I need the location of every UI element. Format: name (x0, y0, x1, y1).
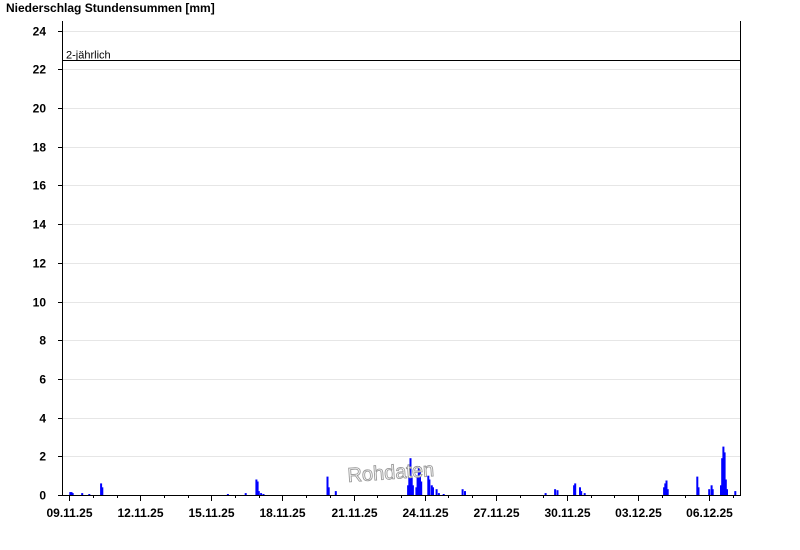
x-tick-label: 27.11.25 (473, 506, 519, 520)
precipitation-bar (556, 490, 559, 495)
precipitation-bar (226, 494, 229, 495)
x-tick-label: 12.11.25 (117, 506, 163, 520)
axes-layer (62, 21, 741, 496)
precipitation-bar (81, 493, 84, 495)
precipitation-bar (435, 489, 438, 495)
precipitation-bar (554, 489, 557, 495)
precipitation-bar (734, 491, 737, 495)
y-tick-label: 6 (39, 373, 46, 387)
y-tick-label: 20 (33, 102, 47, 116)
precipitation-bar (580, 491, 583, 495)
grid-layer (62, 31, 740, 457)
precipitation-bar (244, 493, 247, 495)
precipitation-bar (101, 487, 104, 495)
y-tick-label: 24 (33, 25, 47, 39)
y-tick-label: 0 (39, 489, 46, 503)
y-tick-label: 10 (33, 296, 47, 310)
precipitation-bar (257, 491, 260, 495)
precipitation-bar (411, 485, 414, 495)
precipitation-bar (666, 489, 669, 495)
precipitation-bar (583, 493, 586, 495)
threshold-layer: 2-jährlich (62, 50, 740, 62)
y-tick-label: 14 (33, 218, 47, 232)
x-tick-label: 30.11.25 (544, 506, 590, 520)
precipitation-bar (420, 481, 423, 495)
x-tick-label: 24.11.25 (402, 506, 448, 520)
precipitation-bar (464, 491, 466, 495)
threshold-label: 2-jährlich (66, 50, 111, 62)
x-tick-label: 06.12.25 (686, 506, 733, 520)
y-tick-label: 18 (33, 141, 47, 155)
y-ticks: 024681012141618202224 (33, 25, 62, 503)
precipitation-bar (708, 489, 711, 495)
precipitation-bar (428, 479, 431, 495)
x-tick-label: 03.12.25 (615, 506, 662, 520)
precipitation-chart: 2-jährlich 024681012141618202224 09.11.2… (33, 21, 741, 520)
precipitation-bar (697, 487, 700, 495)
precipitation-bar (260, 493, 263, 495)
x-tick-label: 09.11.25 (46, 506, 92, 520)
precipitation-bar (432, 487, 434, 495)
x-ticks: 09.11.25 12.11.25 15.11.25 18.11.25 21.11.25… (46, 495, 734, 520)
x-tick-label: 15.11.25 (188, 506, 234, 520)
precipitation-bar (334, 491, 337, 495)
x-tick-label: 21.11.25 (331, 506, 377, 520)
precipitation-bar (327, 487, 330, 495)
x-tick-label: 18.11.25 (259, 506, 305, 520)
precipitation-bar (574, 483, 577, 495)
precipitation-bar (437, 493, 440, 495)
precipitation-bar (88, 494, 91, 495)
precipitation-bar (726, 489, 728, 495)
precipitation-bar (262, 494, 265, 495)
y-tick-label: 8 (39, 334, 46, 348)
precipitation-bar (544, 493, 547, 495)
y-tick-label: 2 (39, 450, 46, 464)
y-tick-label: 4 (39, 412, 46, 426)
precipitation-bar (461, 489, 464, 495)
precipitation-bar (71, 493, 74, 495)
precipitation-bar (442, 494, 445, 495)
precipitation-bar (711, 489, 714, 495)
y-tick-label: 12 (33, 257, 47, 271)
y-tick-label: 22 (33, 63, 47, 77)
y-tick-label: 16 (33, 179, 47, 193)
